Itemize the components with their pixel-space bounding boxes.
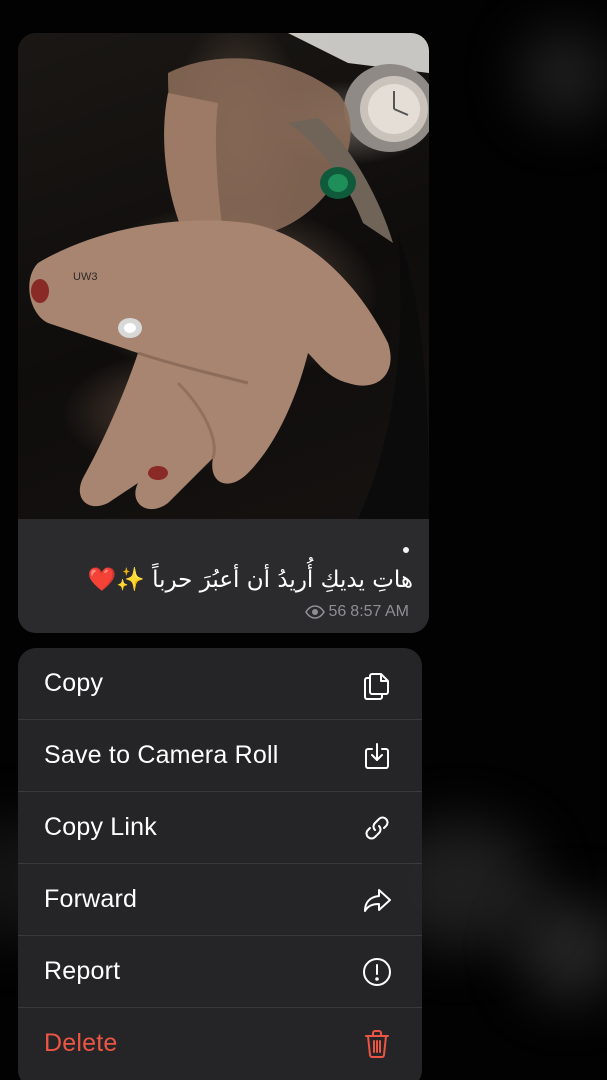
menu-item-forward[interactable]: Forward [18,864,422,936]
exclamation-circle-icon [360,955,394,989]
photo-illustration: UW3 [29,33,429,519]
view-count: 56 [328,603,347,620]
image-watermark: UW3 [73,271,97,283]
menu-item-label: Copy [44,669,104,697]
message-bubble[interactable]: UW3 هاتِ يديكِ أُريدُ أن أعبُرَ حرباً ✨❤… [18,33,429,633]
menu-item-label: Save to Camera Roll [44,741,279,769]
save-to-camera-roll-icon [360,739,394,773]
context-menu: Copy Save to Camera Roll Copy Link Forwa… [18,648,422,1080]
menu-item-label: Forward [44,885,138,913]
message-caption-area: هاتِ يديكِ أُريدُ أن أعبُرَ حرباً ✨❤️ 56… [18,519,429,633]
forward-arrow-icon [360,883,394,917]
menu-item-label: Report [44,957,121,985]
app-screen: UW3 هاتِ يديكِ أُريدُ أن أعبُرَ حرباً ✨❤… [0,0,607,1080]
copy-icon [360,667,394,701]
menu-item-label: Copy Link [44,813,157,841]
menu-item-report[interactable]: Report [18,936,422,1008]
eye-icon [304,605,325,619]
background-blur [520,30,607,120]
message-meta: 56 8:57 AM [304,603,409,621]
message-time: 8:57 AM [350,603,409,620]
menu-item-label: Delete [44,1029,118,1057]
menu-item-copy-link[interactable]: Copy Link [18,792,422,864]
background-blur [520,900,607,1000]
menu-item-copy[interactable]: Copy [18,648,422,720]
trash-icon [360,1027,394,1061]
menu-item-delete[interactable]: Delete [18,1008,422,1079]
link-icon [360,811,394,845]
caption-bullet [403,547,409,553]
message-caption: هاتِ يديكِ أُريدُ أن أعبُرَ حرباً ✨❤️ [87,567,413,593]
message-photo[interactable]: UW3 [18,33,429,519]
menu-item-save-to-camera-roll[interactable]: Save to Camera Roll [18,720,422,792]
